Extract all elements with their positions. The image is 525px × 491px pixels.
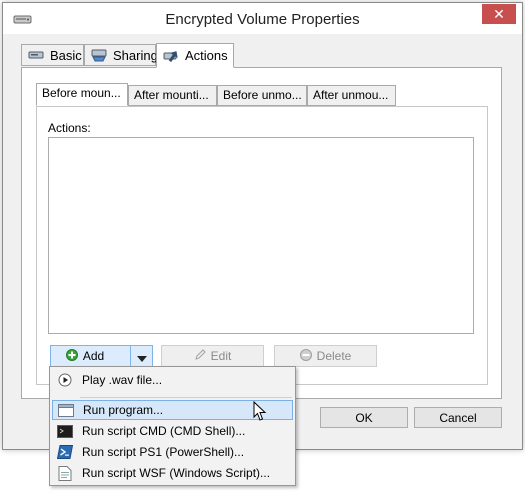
menu-item-run-powershell[interactable]: Run script PS1 (PowerShell)... (52, 442, 293, 462)
tab-after-unmount[interactable]: After unmou... (307, 85, 396, 106)
pencil-icon (194, 348, 206, 364)
menu-item-label: Run script WSF (Windows Script)... (82, 466, 271, 480)
mouse-cursor-icon (253, 400, 267, 425)
menu-separator (80, 397, 292, 398)
powershell-icon (52, 445, 78, 459)
tab-sharing-label: Sharing (113, 47, 158, 63)
delete-button[interactable]: Delete (274, 345, 377, 367)
tab-before-mount[interactable]: Before moun... (36, 83, 128, 106)
script-file-icon (52, 465, 78, 481)
menu-item-label: Run script CMD (CMD Shell)... (82, 424, 246, 438)
tab-after-mounting[interactable]: After mounti... (128, 85, 217, 106)
play-icon (52, 373, 78, 387)
add-button-label: Add (82, 349, 105, 363)
cmd-icon (52, 424, 78, 438)
add-action-menu: Play .wav file... Run program... Run scr… (49, 366, 296, 486)
edit-button[interactable]: Edit (161, 345, 264, 367)
menu-item-run-wsf[interactable]: Run script WSF (Windows Script)... (52, 463, 293, 483)
sharing-drive-icon (91, 48, 107, 62)
add-split-divider (130, 346, 131, 366)
menu-item-label: Play .wav file... (82, 373, 163, 387)
tab-actions[interactable]: Actions (156, 43, 234, 68)
cancel-button[interactable]: Cancel (414, 407, 502, 428)
chevron-down-icon[interactable] (137, 351, 147, 365)
menu-item-label: Run program... (83, 403, 164, 417)
actions-label: Actions: (48, 121, 91, 135)
add-icon (65, 348, 78, 364)
actions-list[interactable] (48, 137, 474, 334)
window-title: Encrypted Volume Properties (165, 11, 360, 28)
close-button[interactable]: ✕ (482, 4, 516, 24)
menu-item-play-wav[interactable]: Play .wav file... (52, 370, 293, 390)
edit-button-label: Edit (210, 349, 232, 363)
title-bar: Encrypted Volume Properties ✕ (3, 3, 522, 34)
delete-icon (299, 348, 312, 364)
tab-basic-label: Basic (50, 47, 82, 63)
tab-actions-label: Actions (185, 48, 228, 63)
tab-sharing[interactable]: Sharing (84, 44, 158, 66)
delete-button-label: Delete (316, 349, 352, 363)
actions-icon (163, 49, 179, 63)
tab-basic[interactable]: Basic (21, 44, 84, 66)
tab-before-unmount[interactable]: Before unmo... (217, 85, 307, 106)
drive-icon (28, 49, 44, 61)
ok-button[interactable]: OK (320, 407, 408, 428)
window-icon (53, 403, 79, 417)
menu-item-label: Run script PS1 (PowerShell)... (82, 445, 245, 459)
